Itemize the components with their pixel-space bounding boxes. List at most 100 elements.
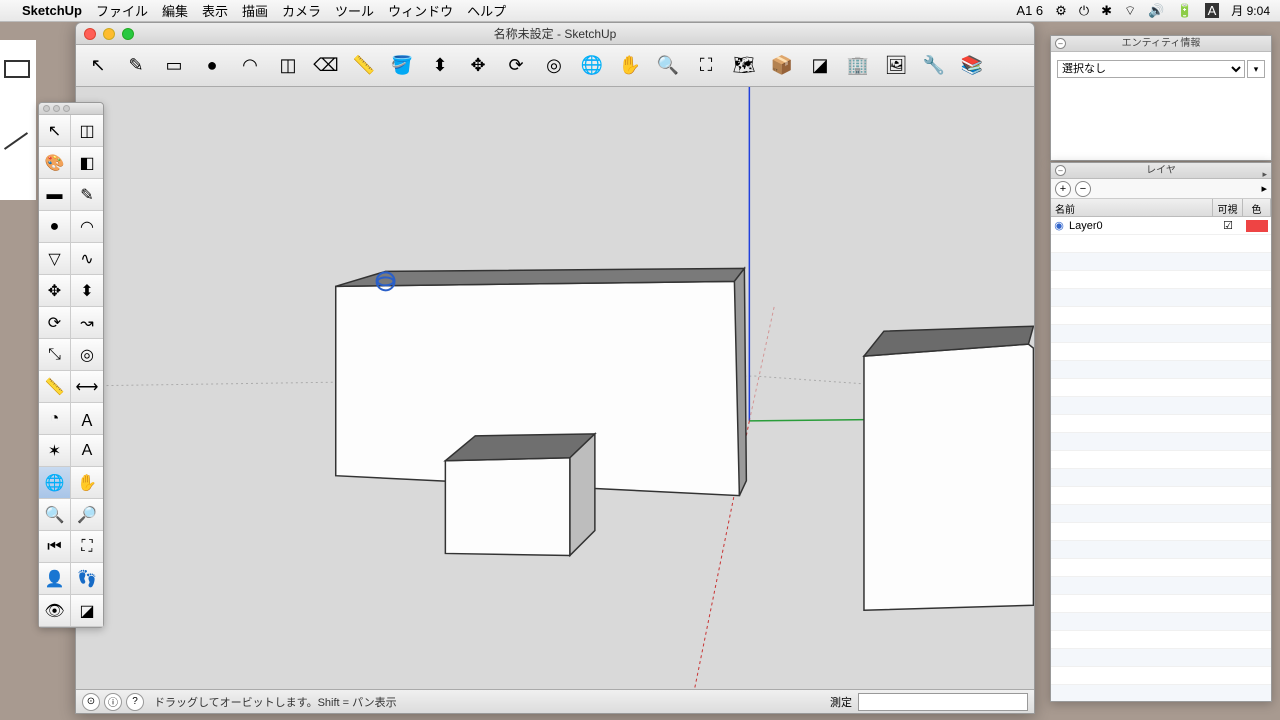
rectangle-tool-button[interactable]: ▭ — [158, 50, 190, 82]
zoom-extents-button[interactable]: ⛶ — [690, 50, 722, 82]
clock[interactable]: 月 9:04 — [1231, 2, 1270, 19]
extension-warehouse-button[interactable]: 🔧 — [918, 50, 950, 82]
volume-status-icon[interactable]: 🔊 — [1148, 3, 1164, 19]
rectangle-tool[interactable]: ▬ — [39, 179, 71, 211]
geo-location-icon[interactable]: ⊙ — [82, 693, 100, 711]
menu-tools[interactable]: ツール — [335, 1, 374, 20]
scale-tool[interactable]: ⤡ — [39, 339, 71, 371]
credits-icon[interactable]: ⓘ — [104, 693, 122, 711]
follow-me-tool[interactable]: ↝ — [71, 307, 103, 339]
add-layer-button[interactable]: + — [1055, 181, 1071, 197]
collapse-icon[interactable]: – — [1055, 38, 1066, 49]
close-button[interactable] — [84, 28, 96, 40]
paint-bucket-tool[interactable]: 🎨 — [39, 147, 71, 179]
section-plane-button[interactable]: ◪ — [804, 50, 836, 82]
settings-status-icon[interactable]: ⚙ — [1055, 3, 1067, 19]
active-layer-radio[interactable]: ◉ — [1051, 219, 1067, 232]
rotate-tool-button[interactable]: ⟳ — [500, 50, 532, 82]
layer-name[interactable]: Layer0 — [1067, 220, 1213, 232]
select-arrow-button[interactable]: ↖ — [82, 50, 114, 82]
circle-tool[interactable]: ● — [39, 211, 71, 243]
zoom-button[interactable] — [122, 28, 134, 40]
move-tool[interactable]: ✥ — [39, 275, 71, 307]
freehand-tool[interactable]: ∿ — [71, 243, 103, 275]
menu-view[interactable]: 表示 — [202, 1, 228, 20]
paint-bucket-button[interactable]: 🪣 — [386, 50, 418, 82]
3d-text-tool[interactable]: A — [71, 435, 103, 467]
position-camera-tool[interactable]: 👤 — [39, 563, 71, 595]
adobe-status-icon[interactable]: A1 6 — [1016, 3, 1043, 18]
window-titlebar[interactable]: 名称未設定 - SketchUp — [76, 23, 1034, 45]
3d-viewport[interactable] — [76, 87, 1034, 689]
look-around-tool[interactable]: 👁 — [39, 595, 71, 627]
menu-edit[interactable]: 編集 — [162, 1, 188, 20]
tape-measure-button[interactable]: 📏 — [348, 50, 380, 82]
measurement-input[interactable] — [858, 693, 1028, 711]
menu-draw[interactable]: 描画 — [242, 1, 268, 20]
add-location-button[interactable]: 🗺 — [728, 50, 760, 82]
line-tool-button[interactable]: ✎ — [120, 50, 152, 82]
eraser-tool-button[interactable]: ⌫ — [310, 50, 342, 82]
dimension-tool[interactable]: ⟷ — [71, 371, 103, 403]
make-component-button[interactable]: ◫ — [272, 50, 304, 82]
header-color[interactable]: 色 — [1243, 199, 1271, 216]
circle-tool-button[interactable]: ● — [196, 50, 228, 82]
zoom-extents-tool[interactable]: ⛶ — [71, 531, 103, 563]
previous-tool[interactable]: ⏮ — [39, 531, 71, 563]
zoom-window-tool[interactable]: 🔎 — [71, 499, 103, 531]
line-tool[interactable]: ✎ — [71, 179, 103, 211]
layers-panel-title[interactable]: – レイヤ ▸ — [1051, 163, 1271, 179]
push-pull-tool[interactable]: ⬍ — [71, 275, 103, 307]
protractor-tool[interactable]: ◔ — [39, 403, 71, 435]
photo-textures-button[interactable]: 🖼 — [880, 50, 912, 82]
layers-tool-button[interactable]: 📚 — [956, 50, 988, 82]
make-component-tool[interactable]: ◫ — [71, 115, 103, 147]
layer-menu-icon[interactable]: ▸ — [1261, 182, 1267, 195]
app-name[interactable]: SketchUp — [22, 3, 82, 18]
toolset-titlebar[interactable] — [39, 103, 103, 115]
entity-panel-title[interactable]: – エンティティ情報 — [1051, 36, 1271, 52]
pan-tool[interactable]: ✋ — [71, 467, 103, 499]
arc-tool-button[interactable]: ◠ — [234, 50, 266, 82]
select-tool[interactable]: ↖ — [39, 115, 71, 147]
get-models-button[interactable]: 📦 — [766, 50, 798, 82]
header-visible[interactable]: 可視 — [1213, 199, 1243, 216]
tape-measure-tool[interactable]: 📏 — [39, 371, 71, 403]
layer-color-swatch[interactable] — [1246, 220, 1268, 232]
menu-camera[interactable]: カメラ — [282, 1, 321, 20]
eraser-tool[interactable]: ◧ — [71, 147, 103, 179]
zoom-tool-button[interactable]: 🔍 — [652, 50, 684, 82]
arc-tool[interactable]: ◠ — [71, 211, 103, 243]
entity-options-icon[interactable]: ▾ — [1247, 60, 1265, 78]
axes-tool[interactable]: ✶ — [39, 435, 71, 467]
orbit-tool[interactable]: 🌐 — [39, 467, 71, 499]
remove-layer-button[interactable]: − — [1075, 181, 1091, 197]
polygon-tool[interactable]: ▽ — [39, 243, 71, 275]
text-tool[interactable]: Ａ — [71, 403, 103, 435]
header-name[interactable]: 名前 — [1051, 199, 1213, 216]
wifi-status-icon[interactable]: ⌔ — [1124, 3, 1136, 19]
move-tool-button[interactable]: ✥ — [462, 50, 494, 82]
entity-selection-dropdown[interactable]: 選択なし — [1057, 60, 1245, 78]
power-status-icon[interactable]: ⏻ — [1079, 3, 1089, 19]
building-maker-button[interactable]: 🏢 — [842, 50, 874, 82]
bluetooth-status-icon[interactable]: ✱ — [1101, 3, 1112, 19]
menu-help[interactable]: ヘルプ — [467, 1, 506, 20]
offset-tool[interactable]: ◎ — [71, 339, 103, 371]
layer-visible-checkbox[interactable]: ☑ — [1213, 219, 1243, 232]
input-method-icon[interactable]: A — [1205, 3, 1220, 18]
minimize-button[interactable] — [103, 28, 115, 40]
collapse-icon[interactable]: – — [1055, 165, 1066, 176]
push-pull-button[interactable]: ⬍ — [424, 50, 456, 82]
section-tool[interactable]: ◪ — [71, 595, 103, 627]
walk-tool[interactable]: 👣 — [71, 563, 103, 595]
layer-row[interactable]: ◉Layer0☑ — [1051, 217, 1271, 235]
pan-tool-button[interactable]: ✋ — [614, 50, 646, 82]
battery-status-icon[interactable]: 🔋 — [1176, 3, 1192, 19]
zoom-tool[interactable]: 🔍 — [39, 499, 71, 531]
orbit-tool-button[interactable]: 🌐 — [576, 50, 608, 82]
menu-file[interactable]: ファイル — [96, 1, 148, 20]
menu-window[interactable]: ウィンドウ — [388, 1, 453, 20]
offset-tool-button[interactable]: ◎ — [538, 50, 570, 82]
rotate-tool[interactable]: ⟳ — [39, 307, 71, 339]
